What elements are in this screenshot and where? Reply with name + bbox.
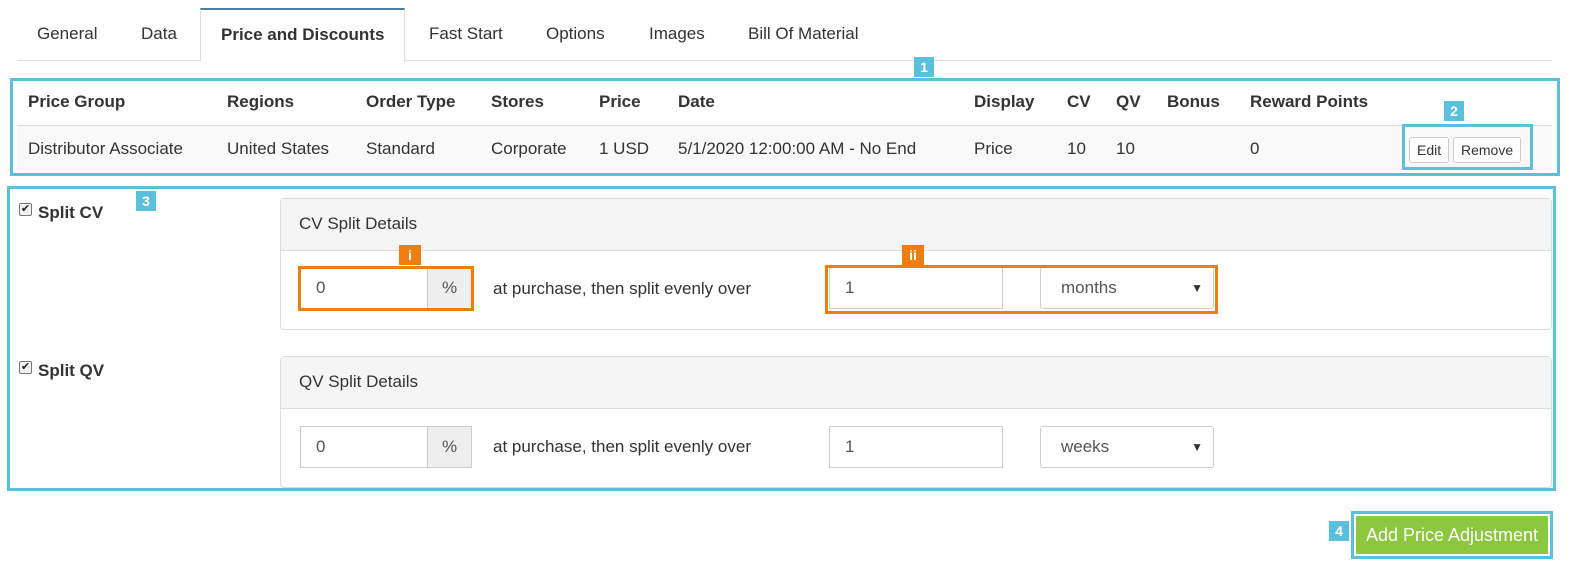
callout-box-i [298, 266, 474, 311]
cell-regions: United States [227, 139, 330, 158]
split-cv-checkbox[interactable]: ✔ [19, 203, 32, 216]
split-qv-checkbox[interactable]: ✔ [19, 361, 32, 374]
tab-bill-of-material[interactable]: Bill Of Material [728, 8, 879, 61]
callout-badge-i: i [399, 245, 421, 265]
callout-badge-ii: ii [902, 245, 924, 265]
header-regions: Regions [227, 92, 295, 111]
cell-order-type: Standard [366, 139, 435, 158]
header-display: Display [974, 92, 1035, 111]
tab-price-and-discounts[interactable]: Price and Discounts [200, 8, 406, 62]
callout-badge-4: 4 [1329, 521, 1349, 541]
chevron-down-icon: ▼ [1191, 440, 1203, 454]
add-price-adjustment-button[interactable]: Add Price Adjustment [1356, 516, 1548, 554]
edit-button[interactable]: Edit [1409, 137, 1450, 163]
split-cv-label: Split CV [38, 203, 104, 222]
tab-fast-start[interactable]: Fast Start [409, 8, 523, 61]
qv-unit-value: weeks [1061, 437, 1110, 456]
callout-badge-1: 1 [914, 57, 934, 77]
qv-percent-addon: % [427, 426, 472, 468]
cell-date: 5/1/2020 12:00:00 AM - No End [678, 139, 917, 158]
cell-cv: 10 [1067, 139, 1086, 158]
header-stores: Stores [491, 92, 544, 111]
tab-general[interactable]: General [17, 8, 117, 61]
callout-badge-3: 3 [136, 191, 156, 211]
header-reward-points: Reward Points [1250, 92, 1369, 111]
cell-price-group: Distributor Associate [28, 139, 183, 158]
qv-percent-input[interactable]: 0 [300, 426, 428, 468]
header-price: Price [599, 92, 641, 111]
cv-split-description: at purchase, then split evenly over [493, 279, 751, 298]
tab-images[interactable]: Images [629, 8, 725, 61]
qv-split-panel: QV Split Details [280, 356, 1552, 488]
header-cv: CV [1067, 92, 1091, 111]
qv-split-panel-title: QV Split Details [281, 357, 1551, 409]
cell-reward-points: 0 [1250, 139, 1260, 158]
header-price-group: Price Group [28, 92, 126, 111]
cell-qv: 10 [1116, 139, 1135, 158]
callout-box-ii [825, 265, 1218, 314]
qv-unit-select[interactable]: weeks ▼ [1040, 426, 1214, 468]
remove-button[interactable]: Remove [1453, 137, 1522, 163]
split-qv-label: Split QV [38, 361, 105, 380]
header-date: Date [678, 92, 715, 111]
tab-data[interactable]: Data [121, 8, 197, 61]
cell-stores: Corporate [491, 139, 567, 158]
callout-badge-2: 2 [1444, 101, 1464, 121]
cell-price: 1 USD [599, 139, 650, 158]
header-bonus: Bonus [1167, 92, 1220, 111]
tab-options[interactable]: Options [526, 8, 625, 61]
cell-display: Price [974, 139, 1013, 158]
qv-split-description: at purchase, then split evenly over [493, 437, 751, 456]
header-qv: QV [1116, 92, 1141, 111]
header-order-type: Order Type [366, 92, 456, 111]
cv-split-panel-title: CV Split Details [281, 199, 1551, 251]
tab-bar: General Data Price and Discounts Fast St… [17, 8, 1552, 62]
qv-period-input[interactable]: 1 [829, 426, 1003, 468]
